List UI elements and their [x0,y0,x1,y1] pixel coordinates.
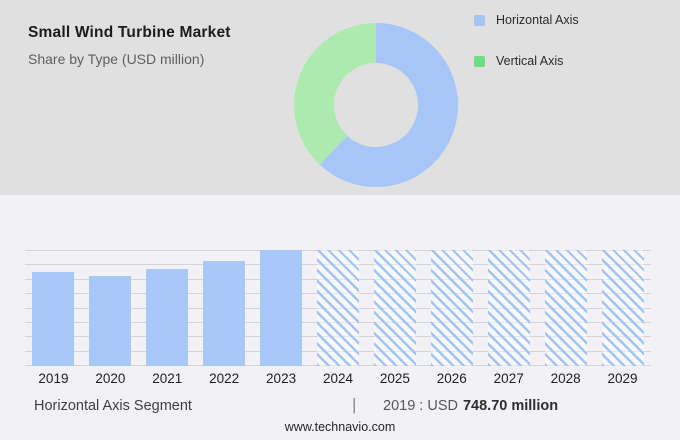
bar-cell-2026 [423,250,480,366]
year-value-amount: 748.70 million [462,398,559,414]
x-label-2022: 2022 [209,371,240,386]
bar-2021 [146,268,189,366]
x-label-2028: 2028 [550,371,581,386]
bar-cell-2021 [139,250,196,366]
x-label-2023: 2023 [266,371,297,386]
forecast-bar-2024 [316,250,359,366]
bars-row [25,250,651,366]
x-label-2021: 2021 [152,371,183,386]
year-value: 2019 : USD 748.70 million [383,398,558,414]
bar-2022 [203,260,246,366]
footer-separator: | [352,395,357,414]
forecast-bar-2025 [373,250,416,366]
page-subtitle: Share by Type (USD million) [28,51,205,67]
x-label-2025: 2025 [379,371,410,386]
bar-cell-2028 [537,250,594,366]
forecast-bar-2028 [544,250,587,366]
legend-item-vertical-axis: Vertical Axis [474,54,579,68]
x-label-2027: 2027 [493,371,524,386]
bar-cell-2022 [196,250,253,366]
legend-label-vertical-axis: Vertical Axis [496,54,564,68]
x-label-2024: 2024 [322,371,353,386]
donut-legend: Horizontal Axis Vertical Axis [474,13,579,68]
bottom-section: 2019 2020 2021 2022 2023 2024 2025 2026 2027 2028… [0,195,680,440]
bar-cell-2027 [480,250,537,366]
donut-chart [294,23,458,187]
forecast-bar-2026 [430,250,473,366]
bar-cell-2029 [594,250,651,366]
bar-cell-2025 [366,250,423,366]
bar-cell-2023 [253,250,310,366]
x-label-2019: 2019 [38,371,69,386]
x-axis-labels: 2019 2020 2021 2022 2023 2024 2025 2026 2027 2028… [25,371,651,386]
legend-item-horizontal-axis: Horizontal Axis [474,13,579,27]
infographic: Small Wind Turbine Market Share by Type … [0,0,680,440]
website-url: www.technavio.com [284,420,396,434]
forecast-bar-2027 [487,250,530,366]
bar-cell-2024 [310,250,367,366]
forecast-bar-2029 [601,250,644,366]
bar-cell-2019 [25,250,82,366]
legend-label-horizontal-axis: Horizontal Axis [496,13,579,27]
top-section: Small Wind Turbine Market Share by Type … [0,0,680,195]
bar-2023 [260,250,303,366]
page-title: Small Wind Turbine Market [28,24,231,41]
x-label-2026: 2026 [436,371,467,386]
legend-swatch-blue [474,14,485,26]
x-label-2020: 2020 [95,371,126,386]
bar-cell-2020 [82,250,139,366]
segment-label: Horizontal Axis Segment [34,398,192,414]
bar-2019 [32,271,75,366]
year-value-prefix: 2019 : USD [383,398,458,414]
bar-chart [25,250,651,366]
bar-2020 [89,276,132,366]
legend-swatch-green [474,55,485,67]
x-label-2029: 2029 [607,371,638,386]
